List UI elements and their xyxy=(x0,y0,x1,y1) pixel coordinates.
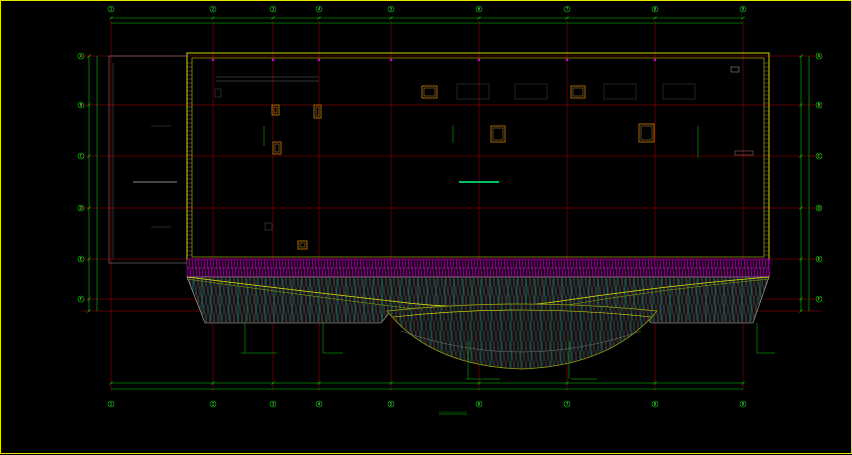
grid-bubble-label: 8 xyxy=(654,402,657,407)
mesh-line xyxy=(773,277,783,323)
column-marker xyxy=(317,58,321,62)
display-case xyxy=(514,83,548,100)
furniture xyxy=(271,85,655,250)
mesh-line xyxy=(768,277,769,323)
grid-bubble-label: 6 xyxy=(478,7,481,12)
grid-bubble-label: 3 xyxy=(272,402,275,407)
fixture xyxy=(214,88,222,98)
north-box xyxy=(730,66,740,73)
annex-outline xyxy=(108,55,188,264)
grid-bubble-label: 7 xyxy=(566,7,569,12)
label-box xyxy=(734,150,754,156)
furniture-inner xyxy=(572,87,584,97)
hall-inner-wall xyxy=(191,57,765,258)
grid-bubble-label: A xyxy=(818,54,821,59)
grid-bubble-label: D xyxy=(79,206,82,211)
grid-bubble-label: A xyxy=(80,54,83,59)
grid-bubble-label: C xyxy=(80,154,83,159)
grid-bubble-label: 1 xyxy=(110,402,113,407)
column-marker xyxy=(389,58,393,62)
main-hall xyxy=(186,52,770,262)
grid-bubble-label: 4 xyxy=(318,7,321,12)
grid-bubble-label: 9 xyxy=(742,402,745,407)
mesh-line xyxy=(768,277,769,323)
grid-bubble-label: 6 xyxy=(478,402,481,407)
grid-bubble-label: B xyxy=(818,103,821,108)
furniture-inner xyxy=(273,106,278,114)
furniture-outline xyxy=(638,123,655,143)
mesh-line xyxy=(777,277,787,323)
roof-hatch-strip xyxy=(186,258,771,278)
furniture-inner xyxy=(274,143,280,153)
left-annex xyxy=(108,55,188,264)
mesh-line xyxy=(777,277,787,323)
fixture xyxy=(264,222,273,231)
grid-bubble-label: 1 xyxy=(110,7,113,12)
column-marker xyxy=(477,58,481,62)
furniture-inner xyxy=(640,125,653,141)
floor-plan-drawing: 112233445566778899A AB BC CD DE EF F xyxy=(77,5,823,415)
furniture-inner xyxy=(492,127,504,141)
display-case xyxy=(662,83,696,100)
grid-bubble-label: D xyxy=(817,206,820,211)
display-case xyxy=(456,83,490,100)
grid-bubble-label: 9 xyxy=(742,7,745,12)
column-marker xyxy=(211,58,215,62)
furniture-inner xyxy=(423,87,436,97)
furniture-inner xyxy=(299,242,306,248)
grid-bubble-label: 5 xyxy=(390,7,393,12)
column-marker xyxy=(565,58,569,62)
cad-viewport[interactable]: 112233445566778899AABBCCDDEEFF xyxy=(0,0,852,454)
grid-bubble-label: B xyxy=(80,103,83,108)
grid-bubble-label: 4 xyxy=(318,402,321,407)
grid-bubble-label: 3 xyxy=(272,7,275,12)
mesh-line xyxy=(764,277,769,323)
grid-bubble-label: C xyxy=(818,154,821,159)
grid-bubble-label: 7 xyxy=(566,402,569,407)
furniture-outline xyxy=(297,240,308,250)
grid-bubble-label: 8 xyxy=(654,7,657,12)
lens-canopy xyxy=(386,303,658,370)
grid-bubble-label: 2 xyxy=(212,7,215,12)
column-marker xyxy=(271,58,275,62)
grid-bubble-label: 5 xyxy=(390,402,393,407)
furniture-inner xyxy=(315,106,320,117)
column-marker xyxy=(653,58,657,62)
mesh-line xyxy=(773,277,783,323)
display-case xyxy=(603,83,637,100)
grid-bubble-label: 2 xyxy=(212,402,215,407)
